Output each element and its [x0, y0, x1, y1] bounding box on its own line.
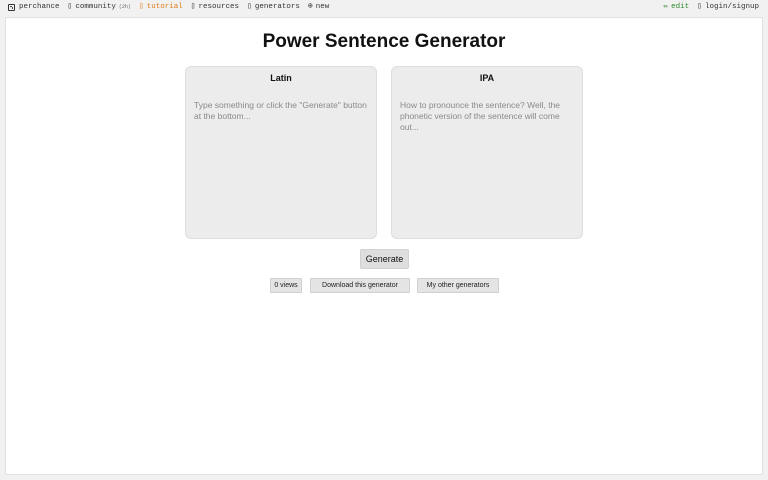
user-icon: ▯: [697, 2, 702, 11]
latin-output[interactable]: [194, 100, 369, 225]
nav-community[interactable]: ▯ community (2h): [67, 2, 131, 12]
nav-tutorial-label: tutorial: [146, 3, 183, 11]
ipa-label: IPA: [479, 73, 495, 83]
nav-generators[interactable]: ▯ generators: [247, 2, 300, 12]
nav-new[interactable]: ⊕ new: [307, 2, 330, 12]
my-other-generators-button[interactable]: My other generators: [417, 278, 499, 293]
page-title: Power Sentence Generator: [262, 31, 506, 52]
nav-community-label: community: [75, 3, 116, 11]
nav-left: perchance ▯ community (2h) ▯ tutorial ▯ …: [8, 3, 337, 11]
latin-box: Latin: [185, 66, 377, 239]
nav-new-label: new: [315, 3, 330, 11]
grid-icon: ▯: [247, 2, 252, 11]
nav-edit[interactable]: ✏ edit: [663, 2, 690, 12]
generator-panel: Power Sentence Generator Latin IPA Gener…: [5, 17, 763, 475]
nav-login[interactable]: ▯ login/signup: [697, 2, 759, 12]
book-icon: ▯: [138, 2, 144, 11]
generate-button[interactable]: Generate: [360, 249, 409, 269]
nav-tutorial[interactable]: ▯ tutorial: [138, 2, 183, 12]
nav-login-label: login/signup: [704, 3, 759, 11]
plus-circle-icon: ⊕: [307, 2, 313, 11]
box-icon: ▯: [190, 2, 196, 11]
nav-right: ✏ edit ▯ login/signup: [655, 2, 759, 12]
nav-resources-label: resources: [198, 3, 240, 11]
nav-perchance-label: perchance: [19, 3, 60, 11]
users-icon: ▯: [67, 2, 73, 11]
ipa-box: IPA: [391, 66, 583, 239]
die-icon: [8, 3, 15, 11]
download-generator-button[interactable]: Download this generator: [310, 278, 410, 293]
latin-label: Latin: [270, 73, 292, 83]
nav-edit-label: edit: [671, 3, 690, 11]
ipa-output[interactable]: [400, 100, 575, 225]
top-nav: perchance ▯ community (2h) ▯ tutorial ▯ …: [0, 0, 768, 16]
community-badge: (2h): [118, 4, 131, 10]
nav-resources[interactable]: ▯ resources: [190, 2, 240, 12]
nav-generators-label: generators: [254, 3, 300, 11]
views-counter: 0 views: [270, 278, 302, 293]
pencil-icon: ✏: [663, 2, 669, 11]
nav-perchance[interactable]: perchance: [8, 3, 60, 11]
